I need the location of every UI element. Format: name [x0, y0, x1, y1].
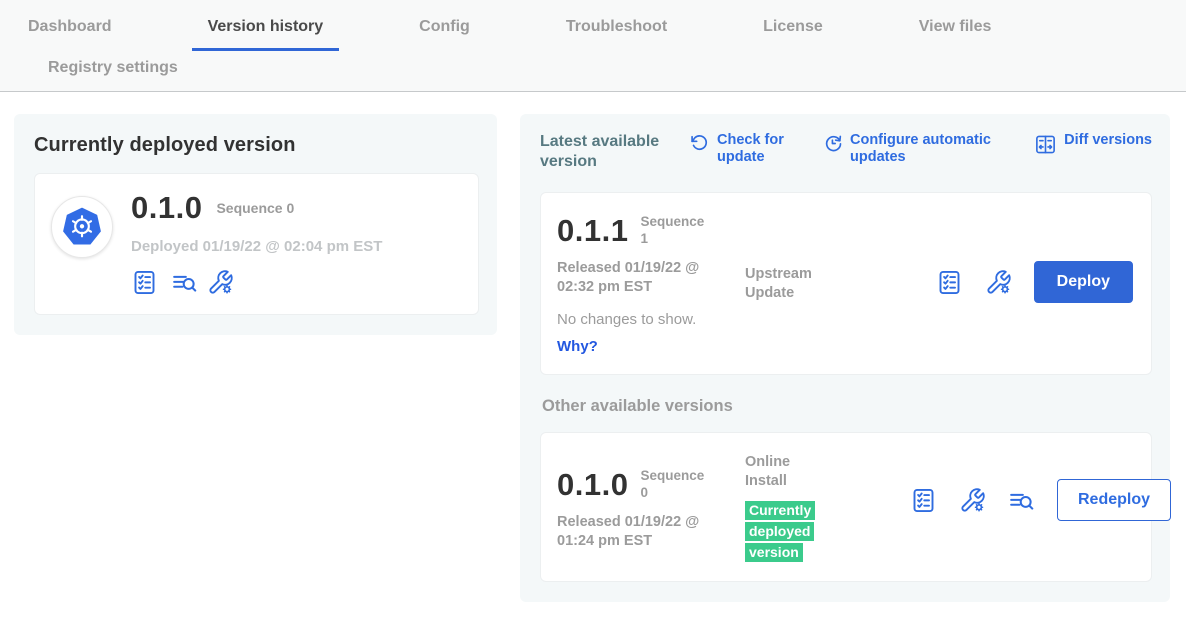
deploy-button[interactable]: Deploy: [1034, 261, 1133, 303]
latest-version-source: Upstream Update: [745, 213, 910, 356]
latest-available-title: Latest available version: [540, 132, 690, 172]
other-version-row: 0.1.0 Sequence 0 Released 01/19/22 @ 01:…: [540, 432, 1152, 583]
latest-version-number: 0.1.1: [557, 213, 628, 249]
other-available-versions-title: Other available versions: [542, 397, 1152, 416]
redeploy-button[interactable]: Redeploy: [1057, 479, 1171, 521]
deployed-version-details: 0.1.0 Sequence 0 Deployed 01/19/22 @ 02:…: [131, 190, 382, 296]
latest-released-timestamp: Released 01/19/22 @ 02:32 pm EST: [557, 259, 725, 297]
currently-deployed-badge-wrap: Currently deployed version: [745, 500, 831, 563]
deployed-version-card: 0.1.0 Sequence 0 Deployed 01/19/22 @ 02:…: [34, 173, 479, 315]
deployed-actions: [131, 269, 382, 296]
preflight-checks-icon[interactable]: [910, 487, 937, 514]
other-sequence-label: Sequence 0: [640, 468, 710, 502]
check-for-update-link[interactable]: Check for update: [690, 132, 793, 166]
main-content: Currently deployed version 0.1.0 Sequenc…: [0, 92, 1186, 602]
preflight-checks-icon[interactable]: [936, 269, 963, 296]
nav-tab-row-2: Registry settings: [12, 53, 1186, 91]
check-for-update-label: Check for update: [717, 132, 793, 166]
other-version-actions: Redeploy: [910, 453, 1171, 564]
app-logo: [51, 196, 113, 258]
latest-version-actions: Deploy: [910, 213, 1133, 356]
view-logs-icon[interactable]: [1008, 487, 1035, 514]
tab-view-files[interactable]: View files: [903, 12, 1008, 51]
why-link[interactable]: Why?: [557, 338, 598, 355]
schedule-update-icon: [823, 133, 843, 153]
latest-header: Latest available version Check for updat…: [540, 132, 1152, 172]
other-version-info: 0.1.0 Sequence 0 Released 01/19/22 @ 01:…: [557, 453, 745, 564]
deployed-version-number: 0.1.0: [131, 190, 202, 226]
edit-config-icon[interactable]: [985, 269, 1012, 296]
latest-version-info: 0.1.1 Sequence 1 Released 01/19/22 @ 02:…: [557, 213, 745, 356]
configure-automatic-updates-label: Configure automatic updates: [850, 132, 992, 166]
view-logs-icon[interactable]: [171, 269, 198, 296]
tab-license[interactable]: License: [747, 12, 839, 51]
currently-deployed-badge: Currently deployed version: [745, 501, 815, 562]
currently-deployed-panel: Currently deployed version 0.1.0 Sequenc…: [14, 114, 497, 335]
changes-note: No changes to show.: [557, 311, 745, 328]
deployed-sequence-label: Sequence 0: [216, 200, 294, 216]
deployed-timestamp: Deployed 01/19/22 @ 02:04 pm EST: [131, 238, 382, 255]
edit-config-icon[interactable]: [959, 487, 986, 514]
top-navigation: Dashboard Version history Config Trouble…: [0, 0, 1186, 92]
configure-automatic-updates-link[interactable]: Configure automatic updates: [823, 132, 992, 166]
nav-tab-row-1: Dashboard Version history Config Trouble…: [12, 12, 1186, 51]
tab-config[interactable]: Config: [403, 12, 486, 51]
latest-version-row: 0.1.1 Sequence 1 Released 01/19/22 @ 02:…: [540, 192, 1152, 375]
refresh-ccw-icon: [690, 133, 710, 153]
preflight-checks-icon[interactable]: [131, 269, 158, 296]
latest-header-actions: Check for update Configure automatic upd…: [690, 132, 1152, 166]
tab-troubleshoot[interactable]: Troubleshoot: [550, 12, 683, 51]
other-source-label: Online Install: [745, 453, 835, 491]
tab-registry-settings[interactable]: Registry settings: [32, 53, 194, 91]
diff-columns-icon: [1034, 133, 1057, 156]
other-released-timestamp: Released 01/19/22 @ 01:24 pm EST: [557, 513, 725, 551]
diff-versions-label: Diff versions: [1064, 132, 1152, 149]
kubernetes-icon: [59, 204, 105, 250]
latest-source-label: Upstream Update: [745, 265, 835, 303]
diff-versions-link[interactable]: Diff versions: [1034, 132, 1152, 156]
tab-version-history[interactable]: Version history: [192, 12, 340, 51]
other-version-source: Online Install Currently deployed versio…: [745, 453, 910, 564]
latest-available-panel: Latest available version Check for updat…: [520, 114, 1170, 602]
tab-dashboard[interactable]: Dashboard: [12, 12, 128, 51]
currently-deployed-title: Currently deployed version: [34, 134, 479, 157]
other-version-number: 0.1.0: [557, 467, 628, 503]
latest-sequence-label: Sequence 1: [640, 214, 710, 248]
edit-config-icon[interactable]: [207, 269, 234, 296]
